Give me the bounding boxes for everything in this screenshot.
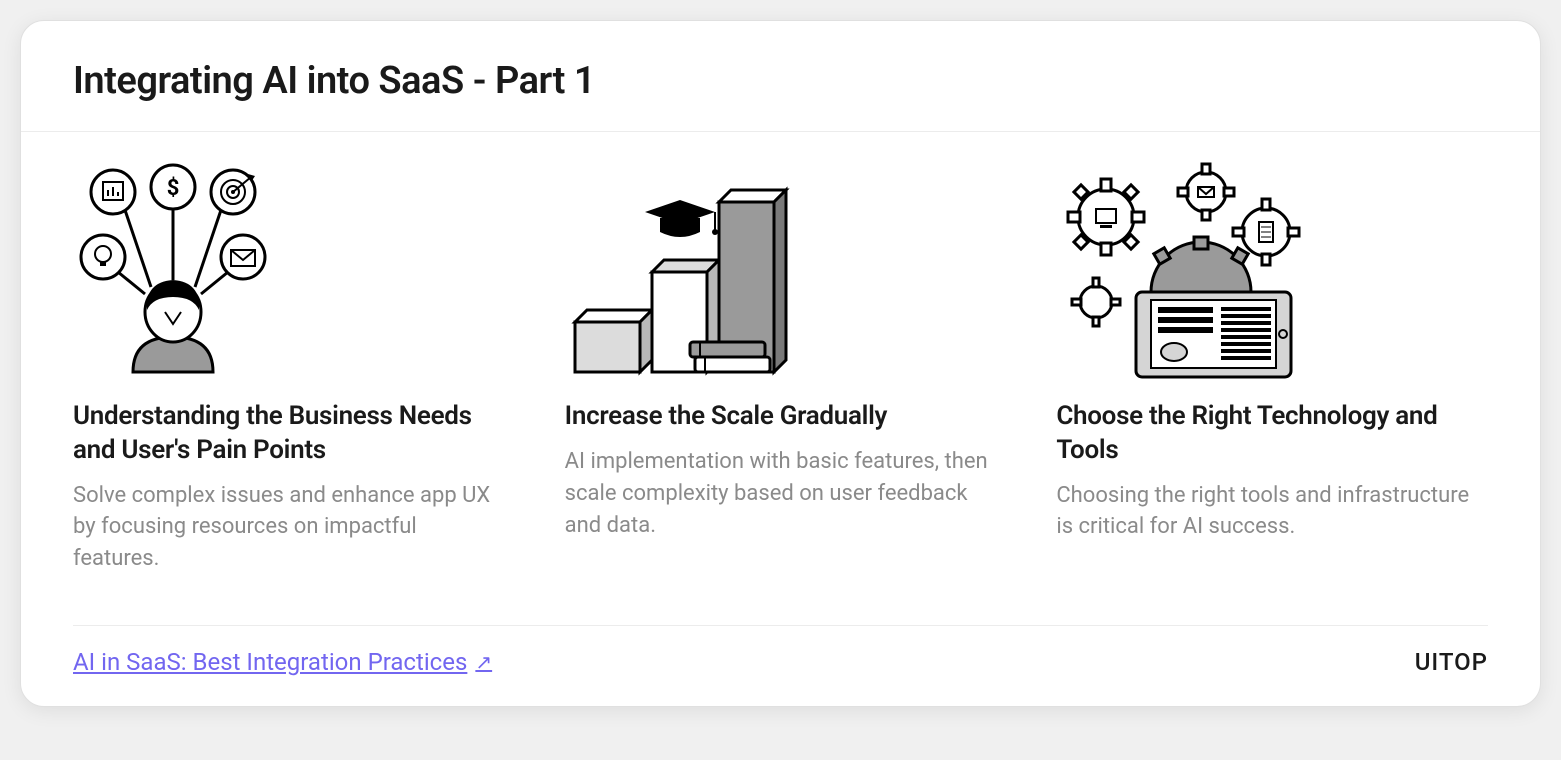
external-link-icon: ↗: [475, 650, 492, 674]
column-title: Increase the Scale Gradually: [565, 400, 997, 434]
column-title: Choose the Right Technology and Tools: [1056, 400, 1488, 468]
column-description: Choosing the right tools and infrastruct…: [1056, 480, 1488, 544]
column-title: Understanding the Business Needs and Use…: [73, 400, 505, 468]
footer-link-text: AI in SaaS: Best Integration Practices: [73, 648, 467, 676]
illustration-person-ideas-icon: $: [73, 162, 505, 382]
footer-link[interactable]: AI in SaaS: Best Integration Practices ↗: [73, 648, 492, 676]
card-content: $ Understanding the Business Needs: [21, 132, 1540, 595]
card-footer: AI in SaaS: Best Integration Practices ↗…: [73, 625, 1488, 676]
column-description: Solve complex issues and enhance app UX …: [73, 480, 505, 576]
brand-label: UITOP: [1415, 648, 1488, 676]
illustration-growth-bars-icon: [565, 162, 997, 382]
info-card: Integrating AI into SaaS - Part 1: [20, 20, 1541, 707]
svg-text:$: $: [167, 176, 180, 201]
column-business-needs: $ Understanding the Business Needs: [73, 162, 505, 575]
illustration-gears-tablet-icon: [1056, 162, 1488, 382]
column-technology-tools: Choose the Right Technology and Tools Ch…: [1056, 162, 1488, 575]
card-header: Integrating AI into SaaS - Part 1: [21, 21, 1540, 132]
column-description: AI implementation with basic features, t…: [565, 446, 997, 542]
column-scale-gradually: Increase the Scale Gradually AI implemen…: [565, 162, 997, 575]
page-title: Integrating AI into SaaS - Part 1: [73, 59, 1488, 103]
